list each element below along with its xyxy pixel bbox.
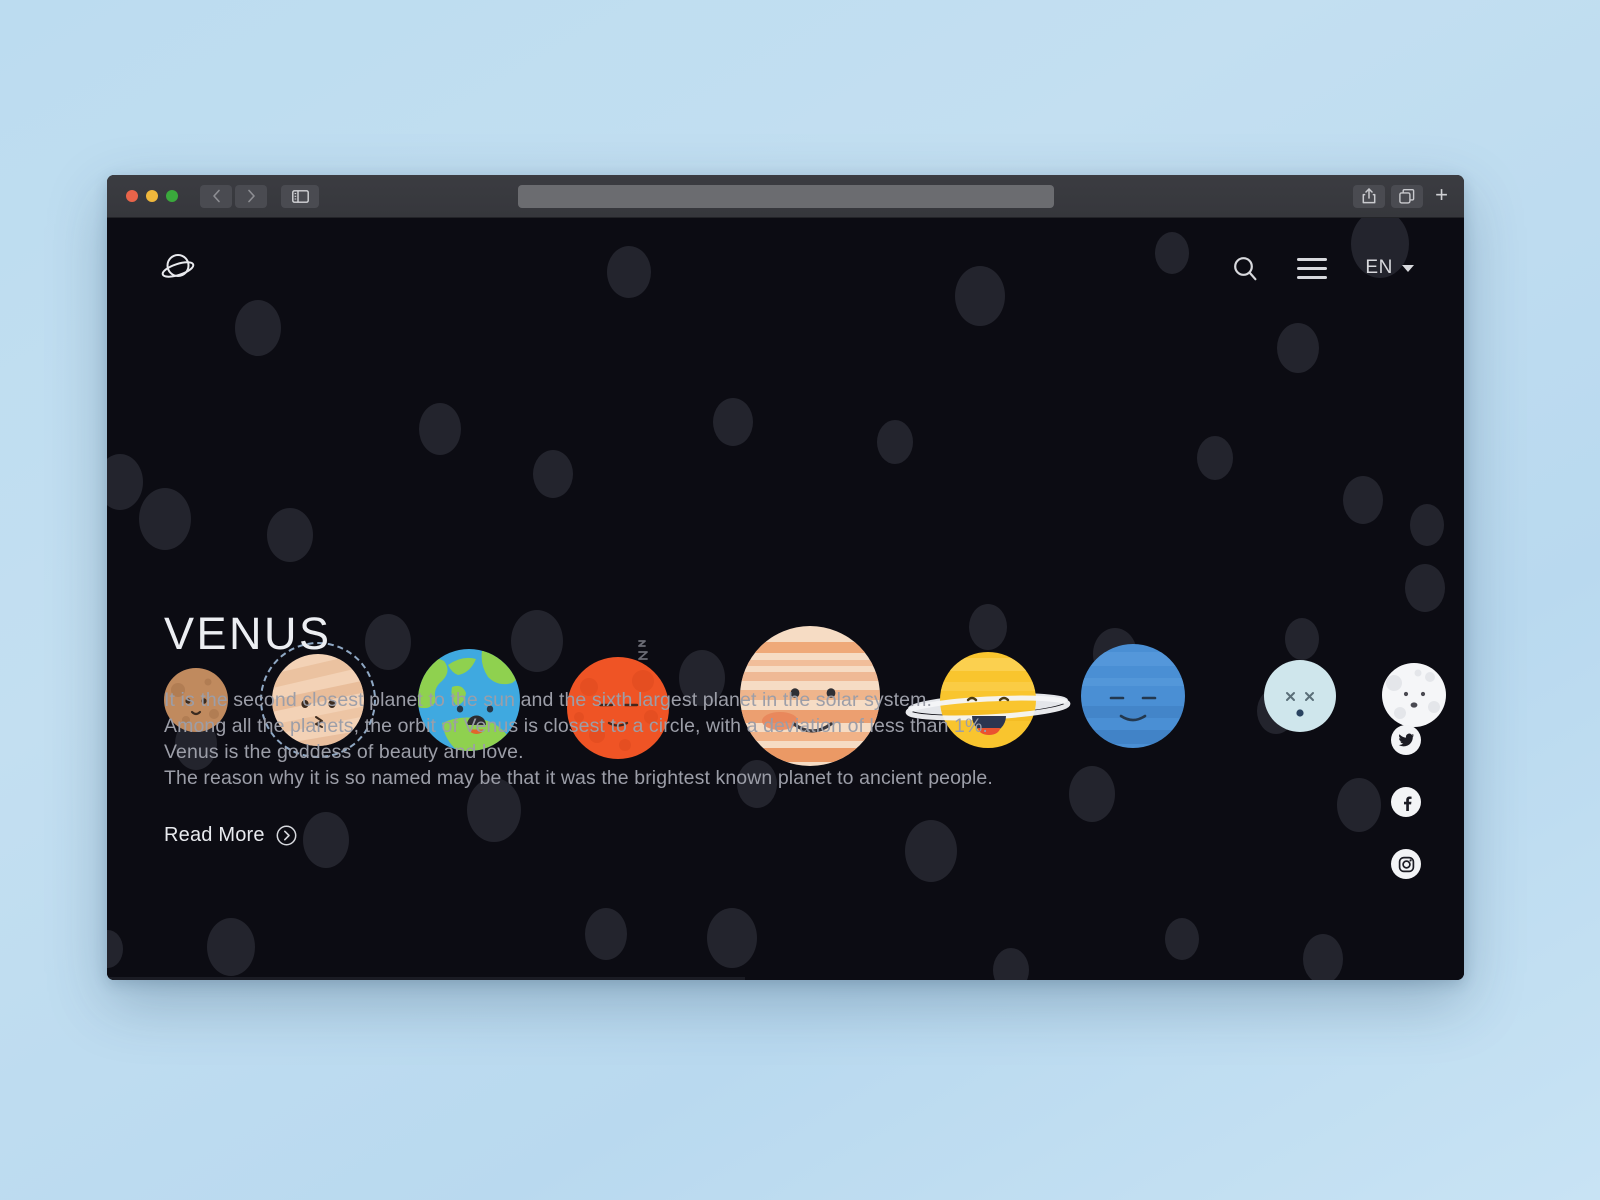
traffic-lights — [126, 190, 178, 202]
navigation-buttons — [200, 184, 267, 208]
tab-overview-button[interactable] — [1391, 184, 1424, 208]
instagram-icon — [1398, 856, 1414, 872]
back-button[interactable] — [200, 184, 232, 208]
planet-info-panel: VENUS It is the second closest planet to… — [164, 608, 1284, 847]
share-icon — [1362, 188, 1376, 204]
share-button[interactable] — [1353, 184, 1386, 208]
language-label: EN — [1365, 257, 1393, 278]
facebook-icon — [1403, 795, 1412, 811]
toggle-sidebar-button[interactable] — [281, 184, 319, 208]
planet-ring-logo[interactable] — [159, 248, 199, 288]
planet-pluto[interactable] — [1382, 663, 1446, 727]
titlebar-right-buttons: + — [1353, 183, 1454, 209]
chevron-right-icon — [247, 189, 255, 203]
language-selector[interactable]: EN — [1365, 257, 1414, 279]
description-line-2: Among all the planets, the orbit of Venu… — [164, 714, 988, 737]
header-actions: EN — [1232, 255, 1414, 282]
site-header: EN — [107, 218, 1464, 318]
twitter-icon — [1398, 733, 1414, 746]
description-line-4: The reason why it is so named may be tha… — [164, 766, 993, 789]
search-icon — [1234, 256, 1257, 280]
read-more-label: Read More — [164, 823, 265, 846]
twitter-link[interactable] — [1391, 725, 1421, 755]
chevron-left-icon — [212, 189, 220, 203]
facebook-link[interactable] — [1391, 787, 1421, 817]
search-button[interactable] — [1232, 255, 1259, 282]
browser-titlebar: + — [107, 175, 1464, 218]
page-title: VENUS — [164, 608, 332, 659]
description-line-3: Venus is the goddess of beauty and love. — [164, 740, 524, 763]
sidebar-icon — [291, 189, 309, 203]
address-bar[interactable] — [517, 185, 1054, 208]
close-window-button[interactable] — [126, 190, 138, 202]
chevron-down-icon — [1402, 264, 1414, 272]
description-line-1: It is the second closest planet to the s… — [164, 689, 932, 711]
menu-button[interactable] — [1297, 257, 1328, 279]
tabs-icon — [1399, 188, 1415, 204]
maximize-window-button[interactable] — [166, 190, 178, 202]
webpage-viewport: EN VENUS It is the second closest planet… — [107, 218, 1464, 980]
planet-description: It is the second closest planet to the s… — [164, 688, 1284, 792]
instagram-link[interactable] — [1391, 849, 1421, 879]
read-more-button[interactable]: Read More — [164, 824, 297, 847]
browser-window: + EN VENUS It is the second closest plan… — [107, 175, 1464, 980]
social-links — [1391, 725, 1421, 879]
forward-button[interactable] — [235, 184, 267, 208]
chevron-right-circle-icon — [276, 825, 297, 846]
hamburger-icon — [1297, 257, 1328, 279]
minimize-window-button[interactable] — [146, 190, 158, 202]
new-tab-button[interactable]: + — [1429, 183, 1454, 209]
scroll-progress-indicator[interactable] — [107, 977, 745, 980]
